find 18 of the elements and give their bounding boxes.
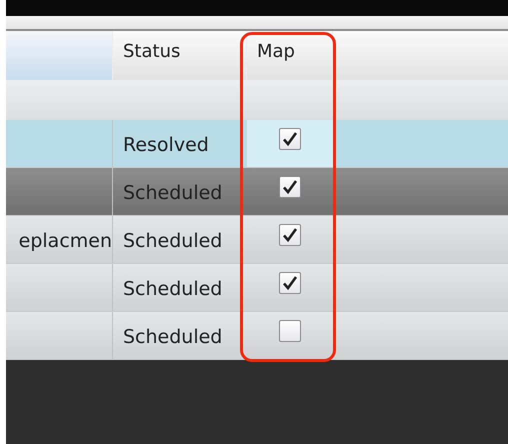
table-cell-text: Scheduled bbox=[122, 277, 224, 302]
column-header[interactable]: Map bbox=[247, 31, 333, 80]
table-row[interactable]: Scheduled bbox=[6, 168, 508, 216]
checkbox[interactable] bbox=[279, 128, 301, 150]
table-row[interactable]: Resolved bbox=[6, 120, 508, 168]
checkbox[interactable] bbox=[279, 320, 301, 342]
checkbox[interactable] bbox=[279, 272, 301, 294]
table-cell-text: Scheduled bbox=[122, 229, 224, 254]
table-row[interactable]: Scheduled bbox=[6, 264, 508, 312]
table-cell-text: Resolved bbox=[122, 133, 210, 158]
table-cell-text: Scheduled bbox=[122, 325, 224, 350]
column-header[interactable]: Status bbox=[113, 31, 247, 80]
table-row[interactable]: Scheduled bbox=[6, 312, 508, 360]
table-cell-text: Scheduled bbox=[122, 181, 224, 206]
checkbox[interactable] bbox=[279, 224, 301, 246]
checkbox[interactable] bbox=[279, 176, 301, 198]
table-row[interactable]: eplacmen Scheduled bbox=[6, 216, 508, 264]
table-cell: eplacmen bbox=[18, 230, 112, 252]
